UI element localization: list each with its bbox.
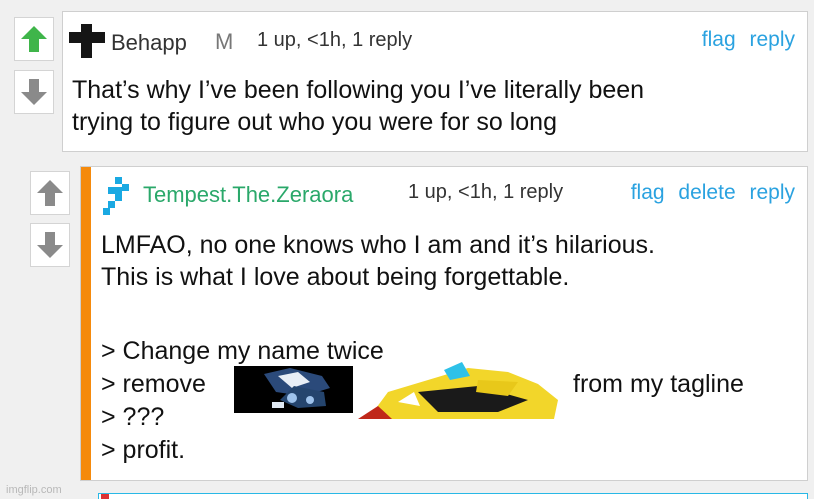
comment-body-intro: LMFAO, no one knows who I am and it’s hi… <box>101 231 655 291</box>
reply-link[interactable]: reply <box>749 28 795 51</box>
meowstic-sprite-image <box>234 366 353 413</box>
comment-meta: 1 up, <1h, 1 reply <box>257 29 413 51</box>
zeraora-sprite-image <box>358 362 558 419</box>
list-line-2-pre: > remove <box>101 370 206 398</box>
list-line-3: > ??? <box>101 403 165 431</box>
upvote-button[interactable] <box>14 17 54 61</box>
username-behapp[interactable]: Behapp <box>111 30 187 56</box>
blue-cross-icon <box>103 177 129 215</box>
comment-card-behapp: Behapp M 1 up, <1h, 1 reply flag reply T… <box>62 11 808 152</box>
comment-accent-bar <box>81 167 91 480</box>
list-line-1: > Change my name twice <box>101 337 384 365</box>
comment-card-tempest: Tempest.The.Zeraora 1 up, <1h, 1 reply f… <box>80 166 808 481</box>
grey-down-arrow-icon <box>21 79 47 105</box>
reply-link[interactable]: reply <box>749 181 795 204</box>
username-tempest[interactable]: Tempest.The.Zeraora <box>143 182 353 208</box>
black-cross-icon <box>69 24 105 58</box>
list-line-4: > profit. <box>101 436 186 464</box>
next-comment-accent <box>101 494 109 499</box>
downvote-button[interactable] <box>30 223 70 267</box>
comment-actions: flag reply <box>694 28 795 52</box>
mod-badge: M <box>215 29 234 54</box>
grey-up-arrow-icon <box>37 180 63 206</box>
green-up-arrow-icon <box>21 26 47 52</box>
next-comment-card <box>98 493 808 499</box>
list-line-2-post: from my tagline <box>573 370 744 398</box>
grey-down-arrow-icon <box>37 232 63 258</box>
upvote-button[interactable] <box>30 171 70 215</box>
comment-meta: 1 up, <1h, 1 reply <box>408 181 564 203</box>
comment-actions: flag delete reply <box>623 181 795 205</box>
flag-link[interactable]: flag <box>702 28 736 51</box>
comment-body: That’s why I’ve been following you I’ve … <box>72 76 645 136</box>
flag-link[interactable]: flag <box>631 181 665 204</box>
downvote-button[interactable] <box>14 70 54 114</box>
watermark: imgflip.com <box>6 484 62 496</box>
delete-link[interactable]: delete <box>678 181 735 204</box>
